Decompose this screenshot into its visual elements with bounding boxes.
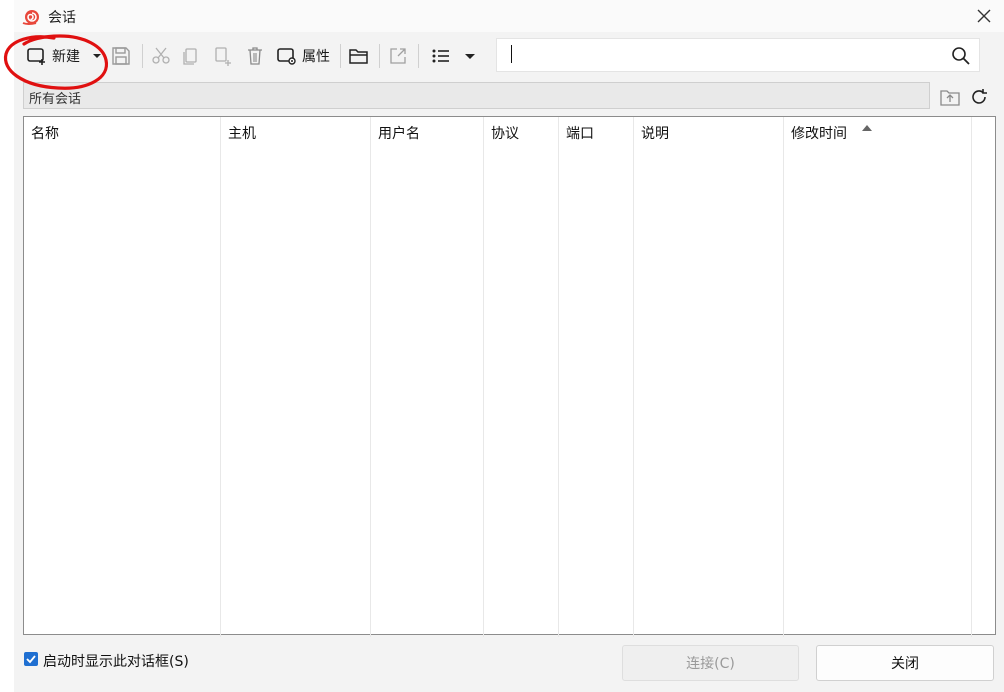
new-dropdown-button[interactable] <box>92 38 102 74</box>
column-header-host[interactable]: 主机 <box>221 117 371 637</box>
sessions-dialog: 会话 新建 属性 所有会话 名称 主机 用户名 协议 端口 说明 修改时间 启动… <box>14 0 1004 692</box>
text-caret <box>511 45 512 63</box>
refresh-icon[interactable] <box>968 86 990 108</box>
dialog-footer: 启动时显示此对话框(S) 连接(C) 关闭 <box>14 640 1004 692</box>
copy-icon <box>183 48 197 65</box>
properties-label: 属性 <box>302 49 330 65</box>
folder-up-icon[interactable] <box>939 86 961 108</box>
trash-icon <box>248 47 262 65</box>
save-icon <box>112 47 130 65</box>
column-header-port[interactable]: 端口 <box>559 117 634 637</box>
current-folder-label: 所有会话 <box>29 92 82 107</box>
checkmark-icon <box>26 655 36 664</box>
folder-open-icon <box>349 49 368 64</box>
copy-button[interactable] <box>180 38 202 74</box>
search-icon[interactable] <box>951 46 971 66</box>
column-header-description[interactable]: 说明 <box>634 117 784 637</box>
duplicate-button[interactable] <box>212 38 234 74</box>
close-button[interactable]: 关闭 <box>816 645 994 681</box>
export-button[interactable] <box>387 38 409 74</box>
window-title: 会话 <box>48 10 76 26</box>
properties-icon <box>277 48 296 65</box>
delete-button[interactable] <box>244 38 266 74</box>
new-label: 新建 <box>52 49 80 65</box>
list-icon <box>432 49 449 63</box>
column-label: 说明 <box>641 126 669 142</box>
column-label: 协议 <box>491 126 519 142</box>
view-dropdown-button[interactable] <box>464 38 476 74</box>
search-box[interactable] <box>496 38 980 72</box>
column-label: 主机 <box>228 126 256 142</box>
view-list-button[interactable] <box>430 38 452 74</box>
export-icon <box>390 48 406 64</box>
connect-button[interactable]: 连接(C) <box>622 645 799 681</box>
caret-down-icon <box>465 54 475 59</box>
caret-down-icon <box>93 54 101 58</box>
toolbar-separator <box>379 44 380 68</box>
column-label: 端口 <box>566 126 594 142</box>
column-header-protocol[interactable]: 协议 <box>484 117 559 637</box>
open-folder-button[interactable] <box>348 38 370 74</box>
startup-checkbox[interactable] <box>24 652 38 666</box>
path-bar[interactable]: 所有会话 <box>23 82 930 109</box>
title-bar: 会话 <box>14 0 1004 32</box>
sort-ascending-icon <box>862 125 872 131</box>
sessions-table[interactable]: 名称 主机 用户名 协议 端口 说明 修改时间 <box>23 116 996 637</box>
toolbar-separator <box>340 44 341 68</box>
snail-logo-icon <box>22 10 39 25</box>
toolbar-separator <box>418 44 419 68</box>
duplicate-icon <box>215 47 231 66</box>
search-input[interactable] <box>515 39 935 71</box>
column-label: 用户名 <box>378 126 420 142</box>
toolbar-separator <box>142 44 143 68</box>
properties-button[interactable]: 属性 <box>276 38 330 74</box>
column-label: 修改时间 <box>791 126 847 142</box>
new-session-button[interactable]: 新建 <box>26 38 80 74</box>
cut-button[interactable] <box>150 38 172 74</box>
column-header-name[interactable]: 名称 <box>24 117 221 637</box>
column-header-modified-time[interactable]: 修改时间 <box>784 117 972 637</box>
startup-checkbox-label[interactable]: 启动时显示此对话框(S) <box>43 651 189 671</box>
close-icon[interactable] <box>974 6 994 26</box>
cut-icon <box>152 47 170 64</box>
column-label: 名称 <box>31 126 59 142</box>
new-session-icon <box>27 48 45 65</box>
column-header-username[interactable]: 用户名 <box>371 117 484 637</box>
save-button[interactable] <box>110 38 132 74</box>
